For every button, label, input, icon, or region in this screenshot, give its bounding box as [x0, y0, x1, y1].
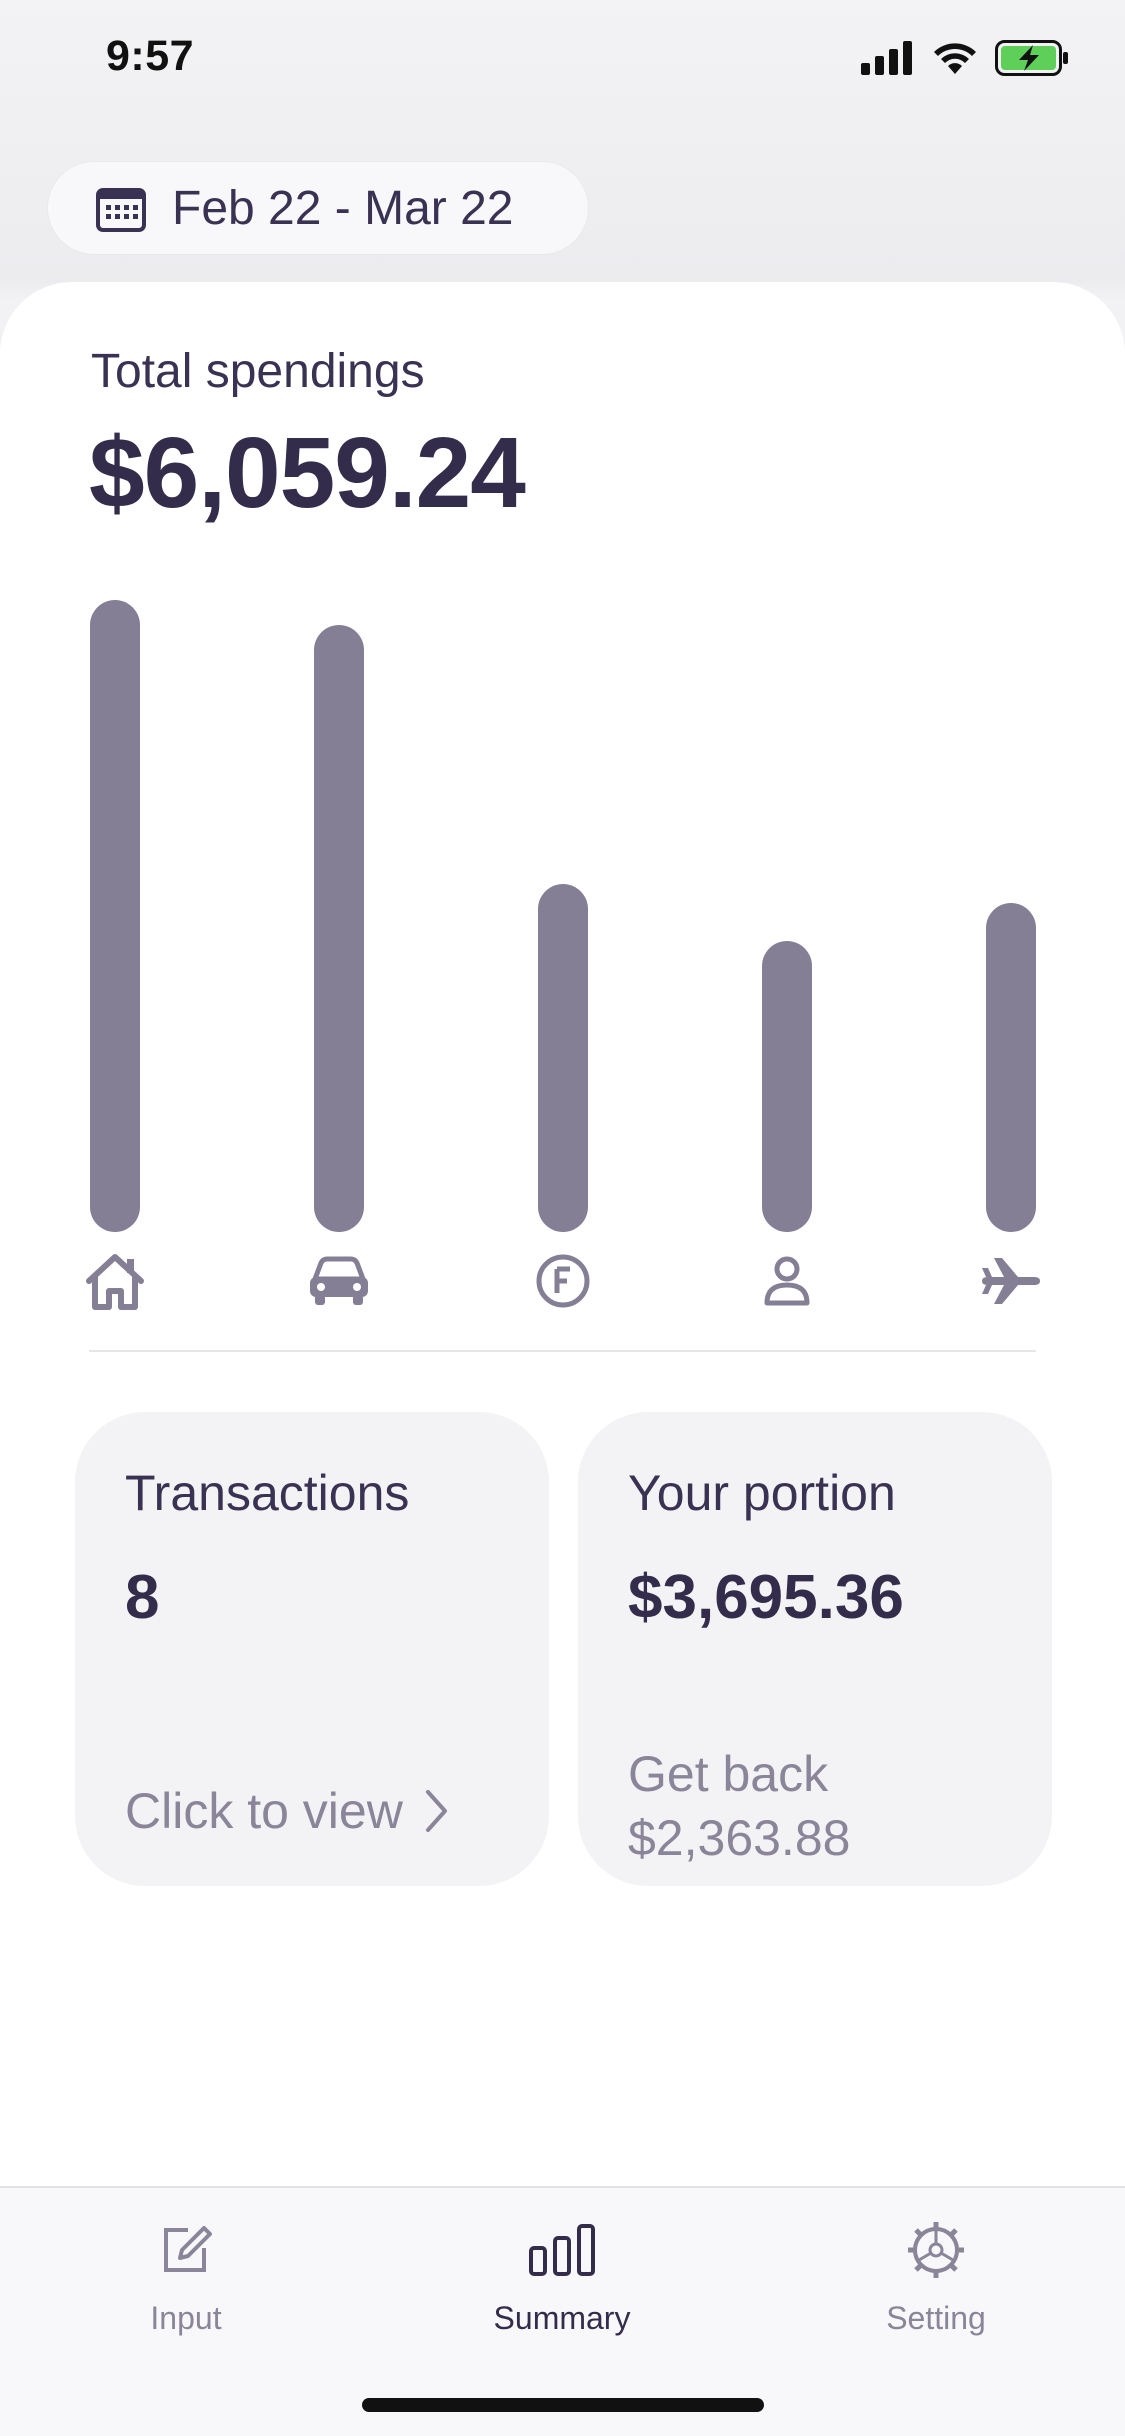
summary-screen: 9:57 Feb 22 - Mar 22 Total spendings $6,…: [0, 0, 1125, 2436]
person-icon[interactable]: [752, 1246, 822, 1316]
calendar-icon: [96, 188, 146, 232]
transactions-label: Transactions: [125, 1465, 410, 1521]
battery-icon: [995, 40, 1068, 76]
your-portion-value: $3,695.36: [628, 1563, 904, 1632]
tab-setting[interactable]: Setting: [826, 2214, 1046, 2337]
status-time: 9:57: [106, 32, 195, 80]
transactions-count: 8: [125, 1563, 160, 1632]
bar-home[interactable]: [90, 600, 140, 1232]
get-back-info: Get back $2,363.88: [628, 1742, 850, 1870]
car-icon[interactable]: [304, 1246, 374, 1316]
tab-summary-label: Summary: [493, 2300, 631, 2336]
food-icon[interactable]: [528, 1246, 598, 1316]
summary-card: Total spendings $6,059.24 Transactions 8…: [0, 282, 1125, 2186]
bar-car[interactable]: [314, 625, 364, 1232]
click-to-view-label: Click to view: [125, 1783, 403, 1839]
get-back-label: Get back: [628, 1746, 829, 1802]
transactions-tile[interactable]: Transactions 8 Click to view: [75, 1412, 549, 1886]
bar-personal[interactable]: [762, 941, 812, 1232]
status-icons: [861, 40, 1069, 76]
tab-setting-label: Setting: [886, 2300, 986, 2336]
signal-icon: [861, 41, 912, 75]
date-range-selector[interactable]: Feb 22 - Mar 22: [48, 162, 588, 254]
bar-travel[interactable]: [986, 903, 1036, 1232]
date-range-label: Feb 22 - Mar 22: [172, 181, 514, 235]
tab-input-label: Input: [150, 2300, 222, 2336]
click-to-view-link[interactable]: Click to view: [125, 1782, 449, 1840]
home-icon[interactable]: [80, 1246, 150, 1316]
chevron-right-icon: [425, 1790, 447, 1832]
your-portion-label: Your portion: [628, 1465, 896, 1521]
wifi-icon: [934, 43, 976, 74]
your-portion-tile: Your portion $3,695.36 Get back $2,363.8…: [578, 1412, 1052, 1886]
home-indicator: [362, 2398, 764, 2412]
bar-food[interactable]: [538, 884, 588, 1232]
tab-input[interactable]: Input: [76, 2214, 296, 2337]
bar-chart-icon: [529, 2224, 595, 2276]
edit-icon: [164, 2226, 212, 2272]
tab-summary[interactable]: Summary: [452, 2214, 672, 2337]
status-bar: 9:57: [0, 0, 1125, 120]
category-chart: [0, 282, 1125, 1382]
get-back-value: $2,363.88: [628, 1810, 851, 1866]
plane-icon[interactable]: [976, 1246, 1046, 1316]
gear-icon: [908, 2222, 964, 2278]
divider: [89, 1350, 1036, 1352]
